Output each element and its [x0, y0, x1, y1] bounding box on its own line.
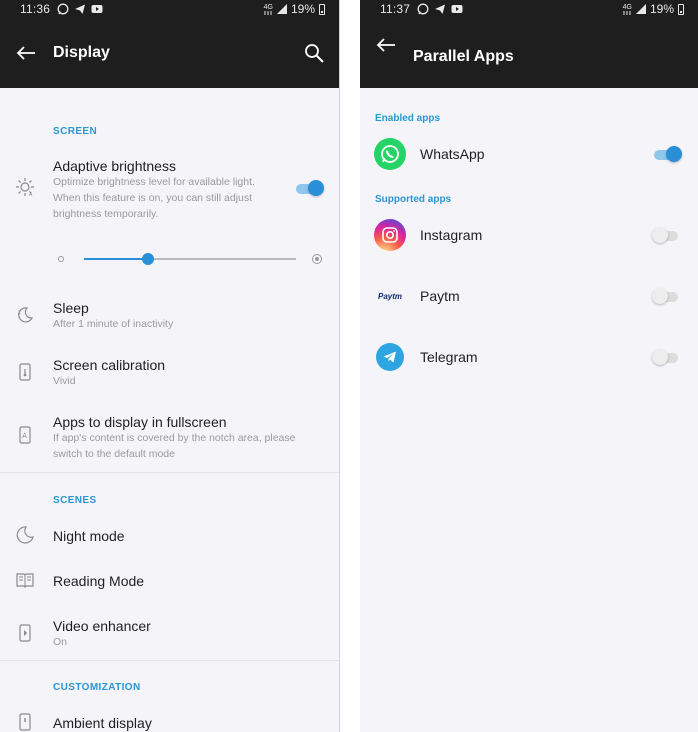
sleep-row[interactable]: z Sleep After 1 minute of inactivity: [0, 298, 339, 338]
svg-text:A: A: [29, 192, 33, 197]
reading-mode-title: Reading Mode: [53, 573, 145, 589]
fullscreen-apps-subtitle: If app's content is covered by the notch…: [53, 432, 296, 460]
adaptive-brightness-subtitle: Optimize brightness level for available …: [53, 176, 255, 220]
reading-book-icon: [14, 569, 36, 591]
night-mode-moon-icon: [14, 524, 36, 546]
youtube-notification-icon: [450, 3, 463, 16]
section-divider: [0, 472, 339, 473]
ambient-display-icon: [14, 711, 36, 732]
adaptive-brightness-toggle[interactable]: [294, 180, 324, 196]
battery-icon: [678, 3, 684, 15]
video-enhancer-row[interactable]: Video enhancer On: [0, 616, 339, 656]
back-arrow-icon[interactable]: [16, 45, 36, 61]
slider-fill: [84, 258, 148, 260]
battery-percent: 19%: [290, 2, 315, 16]
toggle-knob: [308, 180, 324, 196]
section-header-supported-apps: Supported apps: [375, 194, 452, 205]
app-row-paytm[interactable]: Paytm Paytm: [360, 276, 698, 316]
youtube-notification-icon: [90, 3, 103, 16]
battery-percent: 19%: [649, 2, 674, 16]
paytm-icon: Paytm: [374, 280, 406, 312]
app-bar: Display: [0, 18, 339, 88]
sleep-title: Sleep: [53, 300, 89, 316]
screen-calibration-subtitle: Vivid: [53, 375, 76, 387]
toggle-knob: [652, 349, 668, 365]
svg-text:z: z: [18, 310, 21, 316]
fullscreen-apps-row[interactable]: A Apps to display in fullscreen If app's…: [0, 412, 339, 468]
brightness-high-icon: [312, 254, 322, 264]
adaptive-brightness-row[interactable]: A Adaptive brightness Optimize brightnes…: [0, 156, 339, 236]
whatsapp-icon: [374, 138, 406, 170]
battery-icon: [319, 3, 325, 15]
paytm-toggle[interactable]: [652, 288, 682, 304]
section-header-scenes: SCENES: [53, 495, 97, 506]
section-header-customization: CUSTOMIZATION: [53, 682, 141, 693]
whatsapp-toggle[interactable]: [652, 146, 682, 162]
signal-icon: [635, 4, 646, 14]
brightness-auto-icon: A: [14, 176, 36, 198]
telegram-toggle[interactable]: [652, 349, 682, 365]
section-divider: [0, 660, 339, 661]
ambient-display-row[interactable]: Ambient display: [0, 709, 339, 732]
telegram-icon: [376, 343, 404, 371]
page-title: Parallel Apps: [413, 48, 514, 65]
section-header-enabled-apps: Enabled apps: [375, 113, 441, 124]
back-arrow-icon[interactable]: [376, 37, 396, 53]
signal-icon: [276, 4, 287, 14]
fullscreen-app-icon: A: [14, 424, 36, 446]
telegram-notification-icon: [73, 3, 86, 16]
fullscreen-apps-title: Apps to display in fullscreen: [53, 414, 227, 430]
app-row-instagram[interactable]: Instagram: [360, 215, 698, 255]
screen-calibration-row[interactable]: Screen calibration Vivid: [0, 355, 339, 395]
instagram-icon: [374, 219, 406, 251]
video-enhancer-title: Video enhancer: [53, 618, 151, 634]
status-bar: 11:36 4G 19%: [0, 0, 339, 18]
network-indicator: 4G: [264, 4, 273, 15]
toggle-knob: [652, 227, 668, 243]
status-time: 11:37: [380, 2, 411, 16]
sleep-subtitle: After 1 minute of inactivity: [53, 318, 174, 330]
app-name-whatsapp: WhatsApp: [420, 146, 485, 162]
page-title: Display: [53, 44, 110, 61]
adaptive-brightness-title: Adaptive brightness: [53, 158, 176, 174]
whatsapp-notification-icon: [416, 3, 429, 16]
app-name-paytm: Paytm: [420, 288, 460, 304]
instagram-toggle[interactable]: [652, 227, 682, 243]
brightness-slider[interactable]: [58, 250, 326, 268]
svg-text:A: A: [22, 433, 27, 440]
app-row-telegram[interactable]: Telegram: [360, 337, 698, 377]
video-enhancer-icon: [14, 622, 36, 644]
sleep-moon-icon: z: [14, 304, 36, 326]
ambient-display-title: Ambient display: [53, 715, 152, 731]
search-icon[interactable]: [303, 42, 325, 64]
slider-track: [84, 253, 296, 265]
telegram-notification-icon: [433, 3, 446, 16]
screen-calibration-icon: [14, 361, 36, 383]
parallel-apps-screen: 11:37 4G 19% Parallel Apps Enabled apps: [360, 0, 698, 732]
video-enhancer-subtitle: On: [53, 636, 68, 648]
screen-calibration-title: Screen calibration: [53, 357, 166, 373]
toggle-knob: [652, 288, 668, 304]
brightness-low-icon: [58, 256, 64, 262]
toggle-knob: [666, 146, 682, 162]
network-indicator: 4G: [623, 4, 632, 15]
night-mode-row[interactable]: Night mode: [0, 522, 339, 552]
status-bar: 11:37 4G 19%: [360, 0, 698, 18]
display-settings-screen: 11:36 4G 19% Display SCREEN A Adaptive b…: [0, 0, 340, 732]
app-name-instagram: Instagram: [420, 227, 483, 243]
reading-mode-row[interactable]: Reading Mode: [0, 567, 339, 597]
status-time: 11:36: [20, 2, 51, 16]
paytm-logo-text: Paytm: [377, 291, 402, 301]
network-type: 4G: [263, 3, 273, 11]
app-row-whatsapp[interactable]: WhatsApp: [360, 134, 698, 174]
section-header-screen: SCREEN: [53, 126, 98, 137]
app-bar: Parallel Apps: [360, 18, 698, 88]
whatsapp-notification-icon: [56, 3, 69, 16]
network-type: 4G: [622, 3, 632, 11]
night-mode-title: Night mode: [53, 528, 125, 544]
slider-thumb[interactable]: [142, 253, 154, 265]
app-name-telegram: Telegram: [420, 349, 478, 365]
